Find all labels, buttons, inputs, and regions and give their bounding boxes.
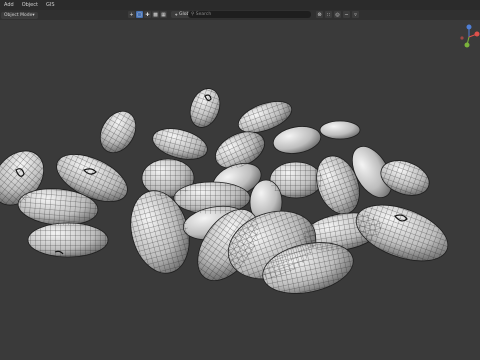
- select-mode-icon[interactable]: ▦: [160, 11, 167, 18]
- top-menubar: Add Object GIS: [0, 0, 480, 10]
- viewport-header: Object Mode ▾ + □ ✚ ▩ ▦ ⌖ Global ▾ ⚲ Sea…: [0, 10, 480, 20]
- move-icon[interactable]: ✚: [144, 11, 151, 18]
- bean: [319, 120, 361, 140]
- falloff-icon[interactable]: ∽: [343, 11, 350, 18]
- select-box-icon[interactable]: □: [136, 11, 143, 18]
- gizmo-axes-icon[interactable]: [458, 22, 480, 52]
- box-icon[interactable]: ▩: [152, 11, 159, 18]
- proportional-edit-icon[interactable]: ◎: [334, 11, 341, 18]
- filter-icon[interactable]: ▿: [352, 11, 359, 18]
- right-tools: ⊜ ∷ ◎ ∽ ▿: [316, 11, 359, 18]
- cursor-icon[interactable]: +: [128, 11, 135, 18]
- menu-gis[interactable]: GIS: [42, 2, 59, 8]
- 3d-viewport[interactable]: [0, 20, 480, 360]
- mode-label: Object Mode: [4, 12, 33, 18]
- menu-object[interactable]: Object: [18, 2, 42, 8]
- bean: [272, 126, 322, 154]
- search-input[interactable]: ⚲ Search: [188, 11, 311, 18]
- chevron-down-icon: ▾: [32, 12, 35, 18]
- snap-target-icon[interactable]: ∷: [325, 11, 332, 18]
- menu-add[interactable]: Add: [0, 2, 18, 8]
- snap-icon[interactable]: ⊜: [316, 11, 323, 18]
- search-placeholder: Search: [195, 12, 212, 17]
- mode-dropdown[interactable]: Object Mode ▾: [1, 11, 38, 19]
